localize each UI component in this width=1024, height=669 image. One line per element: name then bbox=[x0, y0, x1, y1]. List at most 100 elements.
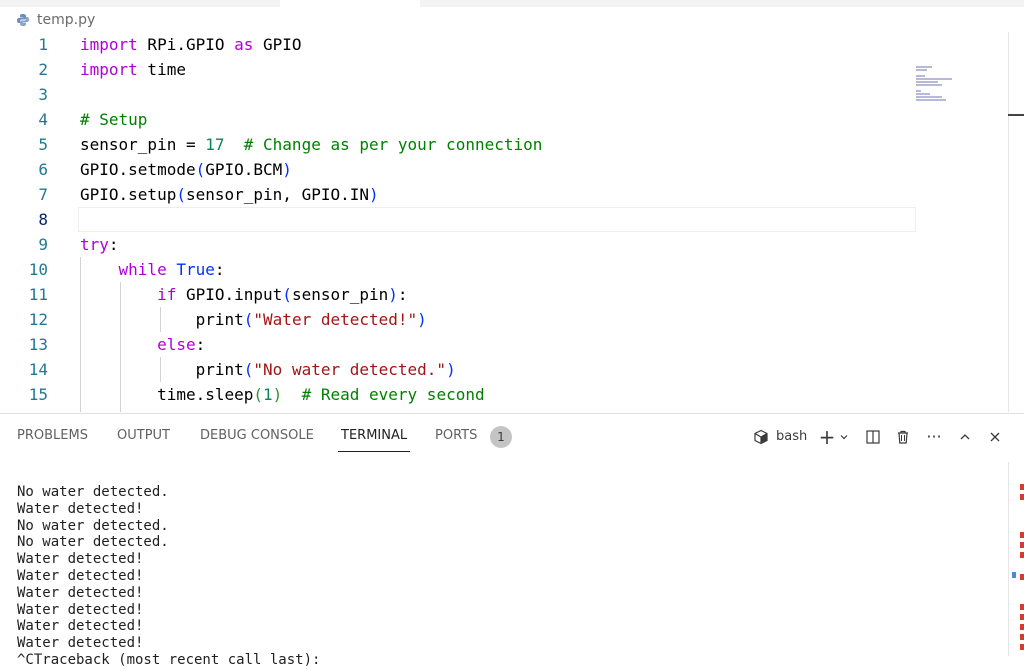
line-number: 7 bbox=[38, 185, 48, 204]
minimap[interactable] bbox=[916, 66, 976, 106]
code-token: True bbox=[176, 260, 215, 279]
code-token: print bbox=[195, 360, 244, 379]
code-token: GPIO.setup bbox=[80, 185, 177, 204]
code-line[interactable]: 15 time.sleep(1) # Read every second bbox=[0, 382, 920, 407]
line-number: 6 bbox=[38, 160, 48, 179]
bottom-panel: PROBLEMS OUTPUT DEBUG CONSOLE TERMINAL P… bbox=[0, 413, 1024, 668]
more-actions-icon[interactable]: ··· bbox=[924, 424, 944, 450]
code-token: ) bbox=[446, 360, 456, 379]
python-file-icon bbox=[16, 13, 30, 27]
code-line[interactable]: 10 while True: bbox=[0, 257, 920, 282]
breadcrumb-filename: temp.py bbox=[37, 12, 96, 28]
code-line[interactable]: 2 import time bbox=[0, 57, 920, 82]
shell-label[interactable]: bash bbox=[776, 424, 810, 450]
line-number: 16 bbox=[0, 407, 48, 412]
code-token: ) bbox=[282, 160, 292, 179]
code-line[interactable]: 4 # Setup bbox=[0, 107, 920, 132]
terminal-marker bbox=[1020, 574, 1024, 580]
code-token: sensor_pin bbox=[291, 285, 389, 304]
code-token: time bbox=[137, 60, 186, 79]
line-number: 3 bbox=[38, 85, 48, 104]
code-line[interactable]: 5 sensor_pin = 17 # Change as per your co… bbox=[0, 132, 920, 157]
code-line[interactable]: 9 try: bbox=[0, 232, 920, 257]
code-text: while True: bbox=[80, 257, 225, 282]
code-token: print bbox=[195, 310, 244, 329]
code-line[interactable]: 7 GPIO.setup(sensor_pin, GPIO.IN) bbox=[0, 182, 920, 207]
line-number: 14 bbox=[28, 360, 48, 379]
code-token: # Change as per your connection bbox=[243, 135, 543, 154]
line-number: 10 bbox=[28, 260, 48, 279]
ports-count-badge: 1 bbox=[490, 426, 512, 448]
code-editor[interactable]: 1 import RPi.GPIO as GPIO 2 import time 3 4 # … bbox=[0, 32, 1024, 412]
terminal-marker bbox=[1020, 542, 1024, 548]
editor-tab-strip bbox=[0, 0, 1024, 7]
code-line[interactable]: 12 print("Water detected!") bbox=[0, 307, 920, 332]
chevron-up-icon[interactable] bbox=[956, 424, 974, 450]
code-token: as bbox=[234, 35, 254, 54]
code-token: ( bbox=[176, 185, 186, 204]
code-token: if bbox=[157, 285, 177, 304]
code-line[interactable]: 14 print("No water detected.") bbox=[0, 357, 920, 382]
plus-icon[interactable]: + bbox=[818, 424, 836, 450]
code-line[interactable]: 11 if GPIO.input(sensor_pin): bbox=[0, 282, 920, 307]
line-number: 9 bbox=[38, 235, 48, 254]
code-text: if GPIO.input(sensor_pin): bbox=[80, 282, 407, 307]
code-token: GPIO bbox=[253, 35, 302, 54]
code-token: # Read every second bbox=[301, 385, 485, 404]
tab-problems[interactable]: PROBLEMS bbox=[17, 428, 88, 448]
code-token: ( bbox=[243, 310, 254, 329]
terminal-scrollbar[interactable] bbox=[1008, 462, 1009, 656]
code-token: import bbox=[80, 35, 138, 54]
code-token: ) bbox=[388, 285, 398, 304]
code-token: ( bbox=[253, 385, 264, 404]
active-tab-indicator bbox=[338, 451, 410, 452]
close-icon[interactable] bbox=[986, 424, 1004, 450]
line-number: 2 bbox=[38, 60, 48, 79]
line-number: 11 bbox=[28, 285, 48, 304]
code-line[interactable]: 3 bbox=[0, 82, 920, 107]
terminal-output[interactable]: No water detected. Water detected! No wa… bbox=[17, 484, 320, 669]
code-text: import time bbox=[80, 57, 186, 82]
code-token: ( bbox=[282, 285, 292, 304]
code-line[interactable]: 6 GPIO.setmode(GPIO.BCM) bbox=[0, 157, 920, 182]
terminal-marker bbox=[1020, 494, 1024, 500]
code-line[interactable]: 1 import RPi.GPIO as GPIO bbox=[0, 32, 920, 57]
code-line[interactable]: 16 bbox=[0, 407, 920, 412]
code-token: ) bbox=[417, 310, 427, 329]
line-number: 15 bbox=[28, 385, 48, 404]
split-terminal-icon[interactable] bbox=[864, 424, 882, 450]
code-token: "Water detected!" bbox=[253, 310, 418, 329]
code-text: try: bbox=[80, 232, 119, 257]
terminal-marker bbox=[1020, 614, 1024, 620]
breadcrumb[interactable]: temp.py bbox=[16, 10, 95, 30]
editor-scrollbar[interactable] bbox=[1008, 32, 1009, 412]
terminal-marker bbox=[1020, 634, 1024, 640]
tab-output[interactable]: OUTPUT bbox=[117, 428, 170, 448]
code-text: GPIO.setup(sensor_pin, GPIO.IN) bbox=[80, 182, 379, 207]
chevron-down-icon[interactable] bbox=[838, 424, 850, 450]
code-token: 1 bbox=[263, 385, 273, 404]
terminal-marker bbox=[1020, 604, 1024, 610]
trash-icon[interactable] bbox=[894, 424, 912, 450]
line-number: 8 bbox=[38, 210, 48, 229]
code-token: RPi.GPIO bbox=[137, 35, 235, 54]
tab-terminal[interactable]: TERMINAL bbox=[341, 428, 407, 448]
code-token: sensor_pin = bbox=[80, 135, 206, 154]
overview-ruler-marker bbox=[1008, 114, 1024, 116]
code-token: ) bbox=[272, 385, 283, 404]
code-text: time.sleep(1) # Read every second bbox=[80, 382, 485, 407]
code-line[interactable]: 8 bbox=[0, 207, 920, 232]
code-token: while bbox=[118, 260, 167, 279]
tab-ports[interactable]: PORTS bbox=[435, 428, 477, 448]
terminal-shell-icon bbox=[752, 424, 770, 450]
code-line[interactable]: 13 else: bbox=[0, 332, 920, 357]
code-token: GPIO.input bbox=[176, 285, 283, 304]
tab-debug-console[interactable]: DEBUG CONSOLE bbox=[200, 428, 314, 448]
code-token: : bbox=[195, 335, 206, 354]
line-number: 13 bbox=[28, 335, 48, 354]
